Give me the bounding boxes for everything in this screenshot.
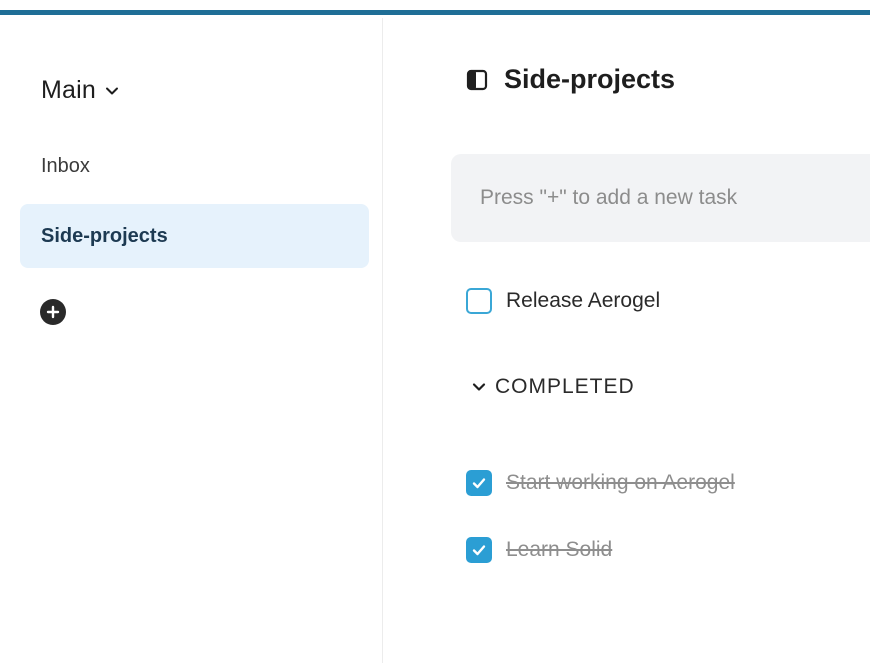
sidebar-item-inbox[interactable]: Inbox [20, 134, 369, 198]
task-label: Learn Solid [506, 538, 613, 561]
completed-section-label: COMPLETED [495, 375, 635, 398]
task-checkbox-checked[interactable] [466, 537, 492, 563]
sidebar-item-side-projects[interactable]: Side-projects [20, 204, 369, 268]
workspace-switcher[interactable]: Main [41, 76, 120, 105]
sidebar-item-label: Inbox [41, 154, 90, 177]
workspace-title: Main [41, 76, 96, 104]
task-input-container [451, 154, 870, 242]
add-list-button[interactable] [40, 299, 66, 325]
list-header: Side-projects [465, 64, 675, 95]
check-icon [471, 542, 487, 558]
new-task-input[interactable] [451, 154, 870, 242]
main-panel: Side-projects Release Aerogel COMPLETED … [383, 18, 870, 663]
sidebar-item-label: Side-projects [41, 224, 168, 247]
task-checkbox[interactable] [466, 288, 492, 314]
panel-icon [465, 68, 489, 92]
check-icon [471, 475, 487, 491]
task-label: Start working on Aerogel [506, 471, 735, 494]
accent-bar [0, 10, 870, 15]
chevron-down-icon [104, 83, 120, 99]
page-title: Side-projects [504, 64, 676, 94]
task-label: Release Aerogel [506, 289, 661, 312]
completed-task-item: Learn Solid [466, 537, 612, 563]
task-checkbox-checked[interactable] [466, 470, 492, 496]
window-top-bar [0, 0, 870, 18]
chevron-down-icon [471, 379, 487, 395]
sidebar: Main Inbox Side-projects [0, 18, 383, 663]
plus-icon [46, 305, 60, 319]
completed-section-toggle[interactable]: COMPLETED [471, 375, 635, 399]
completed-task-item: Start working on Aerogel [466, 470, 735, 496]
task-item: Release Aerogel [466, 288, 660, 314]
